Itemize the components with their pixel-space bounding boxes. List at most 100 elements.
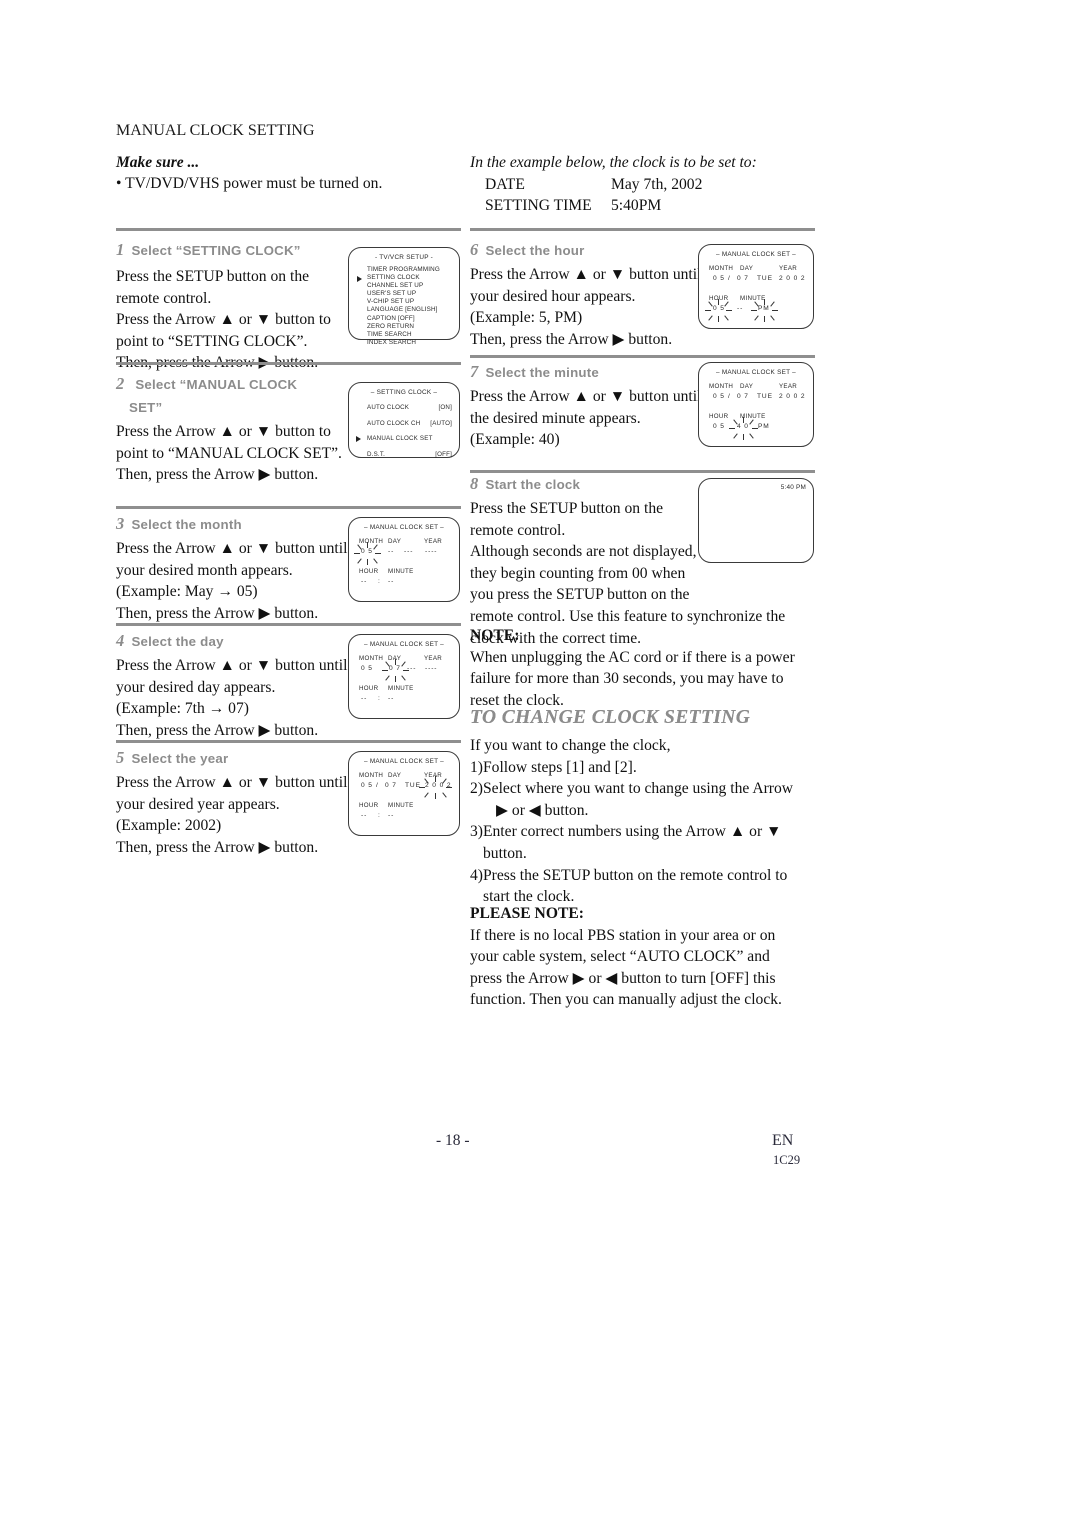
- osd-menu-item[interactable]: CAPTION [OFF]: [357, 315, 459, 323]
- label-minute: MINUTE: [388, 568, 414, 575]
- value-minute: --: [388, 578, 395, 585]
- osd-setting-clock-title: – SETTING CLOCK –: [370, 389, 438, 396]
- clock-fields: MONTH DAY YEAR 0 5 / 0 7 TUE 2 0 0 2 HOU…: [709, 383, 813, 440]
- value-minute: --: [388, 812, 395, 819]
- label-day: DAY: [740, 265, 754, 272]
- label-day: DAY: [388, 655, 402, 662]
- divider: [116, 506, 461, 509]
- osd-menu-item-label: MANUAL CLOCK SET: [367, 435, 433, 442]
- step-8-line-2: remote control.: [470, 521, 566, 539]
- osd-menu-item-label: AUTO CLOCK: [367, 404, 410, 411]
- label-month: MONTH: [359, 772, 384, 779]
- osd-menu-item[interactable]: CHANNEL SET UP: [357, 282, 459, 290]
- change-item-4: 4)Press the SETUP button on the remote c…: [470, 866, 788, 884]
- osd-manual-clock-set-month: – MANUAL CLOCK SET – MONTH DAY YEAR 0 5 …: [348, 517, 460, 602]
- label-month: MONTH: [359, 538, 384, 545]
- value-day: 0 7: [737, 393, 749, 400]
- value-month: 0 5: [361, 665, 373, 672]
- osd-menu-item[interactable]: AUTO CLOCK CH [AUTO]: [356, 420, 452, 428]
- osd-menu-item[interactable]: TIMER PROGRAMMING: [357, 266, 459, 274]
- label-hour: HOUR: [359, 685, 379, 692]
- step-4-title: Select the day: [131, 634, 224, 649]
- label-day: DAY: [388, 772, 402, 779]
- step-8: 8 Start the clock Press the SETUP button…: [470, 474, 815, 649]
- osd-mcs-title: – MANUAL CLOCK SET –: [716, 369, 796, 376]
- value-day: --: [388, 548, 395, 555]
- step-1-body: Press the SETUP button on the remote con…: [116, 266, 368, 374]
- clock-date-values: 0 5 / 0 7 TUE 2 0 0 2: [709, 275, 813, 286]
- osd-menu-item[interactable]: LANGUAGE [ENGLISH]: [357, 306, 459, 314]
- step-2-line-3: Then, press the Arrow ▶ button.: [116, 466, 319, 484]
- step-8-line-1: Press the SETUP button on the: [470, 500, 664, 517]
- clock-time-readout: 5:40 PM: [780, 484, 806, 491]
- step-8-line-5: you press the SETUP button on the: [470, 586, 690, 604]
- step-4-line-2: your desired day appears.: [116, 678, 276, 696]
- note-line-2: failure for more than 30 seconds, you ma…: [470, 670, 784, 688]
- step-7-line-2: the desired minute appears.: [470, 409, 641, 427]
- divider: [116, 740, 461, 743]
- page-title: MANUAL CLOCK SETTING: [116, 122, 315, 139]
- step-5-line-4: Then, press the Arrow ▶ button.: [116, 838, 319, 856]
- osd-menu-item-value: [AUTO]: [430, 419, 452, 427]
- example-intro: In the example below, the clock is to be…: [470, 154, 757, 171]
- osd-menu-item[interactable]: D.S.T. [OFF]: [356, 451, 452, 459]
- clock-time-labels: HOUR MINUTE: [359, 685, 459, 694]
- step-7-line-3: (Example: 40): [470, 431, 560, 449]
- step-5-line-3: (Example: 2002): [116, 817, 222, 835]
- clock-date-values: 0 5 / 0 7 TUE 2 0 0 2: [709, 393, 813, 404]
- osd-menu-item-selected[interactable]: MANUAL CLOCK SET: [356, 435, 452, 443]
- clock-date-labels: MONTH DAY YEAR: [359, 772, 459, 781]
- label-day: DAY: [388, 538, 402, 545]
- please-note-line-3: press the Arrow ▶ or ◀ button to turn [O…: [470, 969, 776, 987]
- clock-time-values: -- : --: [359, 695, 459, 706]
- label-year: YEAR: [424, 772, 443, 779]
- step-4-line-4: Then, press the Arrow ▶ button.: [116, 721, 319, 739]
- step-8-title: Start the clock: [485, 477, 581, 492]
- step-3-number: 3: [116, 514, 125, 533]
- osd-setting-clock-menu: AUTO CLOCK [ON] AUTO CLOCK CH [AUTO] MAN…: [356, 404, 459, 459]
- clock-date-labels: MONTH DAY YEAR: [709, 265, 813, 274]
- step-2-line-2: point to “MANUAL CLOCK SET”.: [116, 444, 342, 462]
- value-hour: --: [361, 578, 368, 585]
- step-3-title: Select the month: [131, 517, 242, 532]
- osd-menu-item-selected[interactable]: SETTING CLOCK: [357, 274, 459, 282]
- step-8-number: 8: [470, 474, 479, 493]
- value-year: 2 0 0 2: [425, 782, 452, 789]
- osd-mcs-title: – MANUAL CLOCK SET –: [364, 641, 444, 648]
- clock-date-values: 0 5 / 0 7 TUE 2 0 0 2: [359, 776, 459, 799]
- label-hour: HOUR: [709, 295, 729, 302]
- value-day: 0 7: [737, 275, 749, 282]
- osd-menu-item[interactable]: ZERO RETURN: [357, 323, 459, 331]
- step-1-number: 1: [116, 240, 125, 259]
- label-month: MONTH: [709, 265, 734, 272]
- value-year: ----: [425, 548, 438, 555]
- value-slash: /: [376, 782, 379, 789]
- label-year: YEAR: [424, 655, 443, 662]
- example-time-label: SETTING TIME: [485, 197, 592, 214]
- step-2-number: 2: [116, 374, 125, 393]
- value-day: 0 7: [385, 782, 397, 789]
- osd-menu-item[interactable]: TIME SEARCH: [357, 331, 459, 339]
- label-minute: MINUTE: [740, 413, 766, 420]
- label-hour: HOUR: [709, 413, 729, 420]
- osd-menu-item-value: [ON]: [438, 404, 452, 411]
- value-colon: :: [378, 578, 381, 585]
- step-7-number: 7: [470, 362, 479, 381]
- osd-menu-item[interactable]: V-CHIP SET UP: [357, 298, 459, 306]
- osd-menu-item[interactable]: AUTO CLOCK [ON]: [356, 404, 452, 412]
- change-section-body: If you want to change the clock, 1)Follo…: [470, 735, 815, 908]
- step-4-number: 4: [116, 631, 125, 650]
- change-item-1: 1)Follow steps [1] and [2].: [470, 758, 637, 776]
- value-year: 2 0 0 2: [779, 275, 806, 282]
- make-sure-bullet: • TV/DVD/VHS power must be turned on.: [116, 175, 383, 192]
- value-minute: --: [737, 305, 744, 312]
- osd-menu-item[interactable]: USER'S SET UP: [357, 290, 459, 298]
- value-slash: /: [728, 393, 731, 400]
- osd-menu-item[interactable]: INDEX SEARCH: [357, 339, 459, 347]
- clock-time-values: 0 5 -- PM: [705, 299, 813, 322]
- value-month: 0 5: [361, 548, 373, 555]
- osd-tvvcr-menu: TIMER PROGRAMMING SETTING CLOCK CHANNEL …: [357, 266, 459, 347]
- step-1-line-1: Press the SETUP button on the: [116, 268, 310, 285]
- value-colon: :: [378, 812, 381, 819]
- step-5-number: 5: [116, 748, 125, 767]
